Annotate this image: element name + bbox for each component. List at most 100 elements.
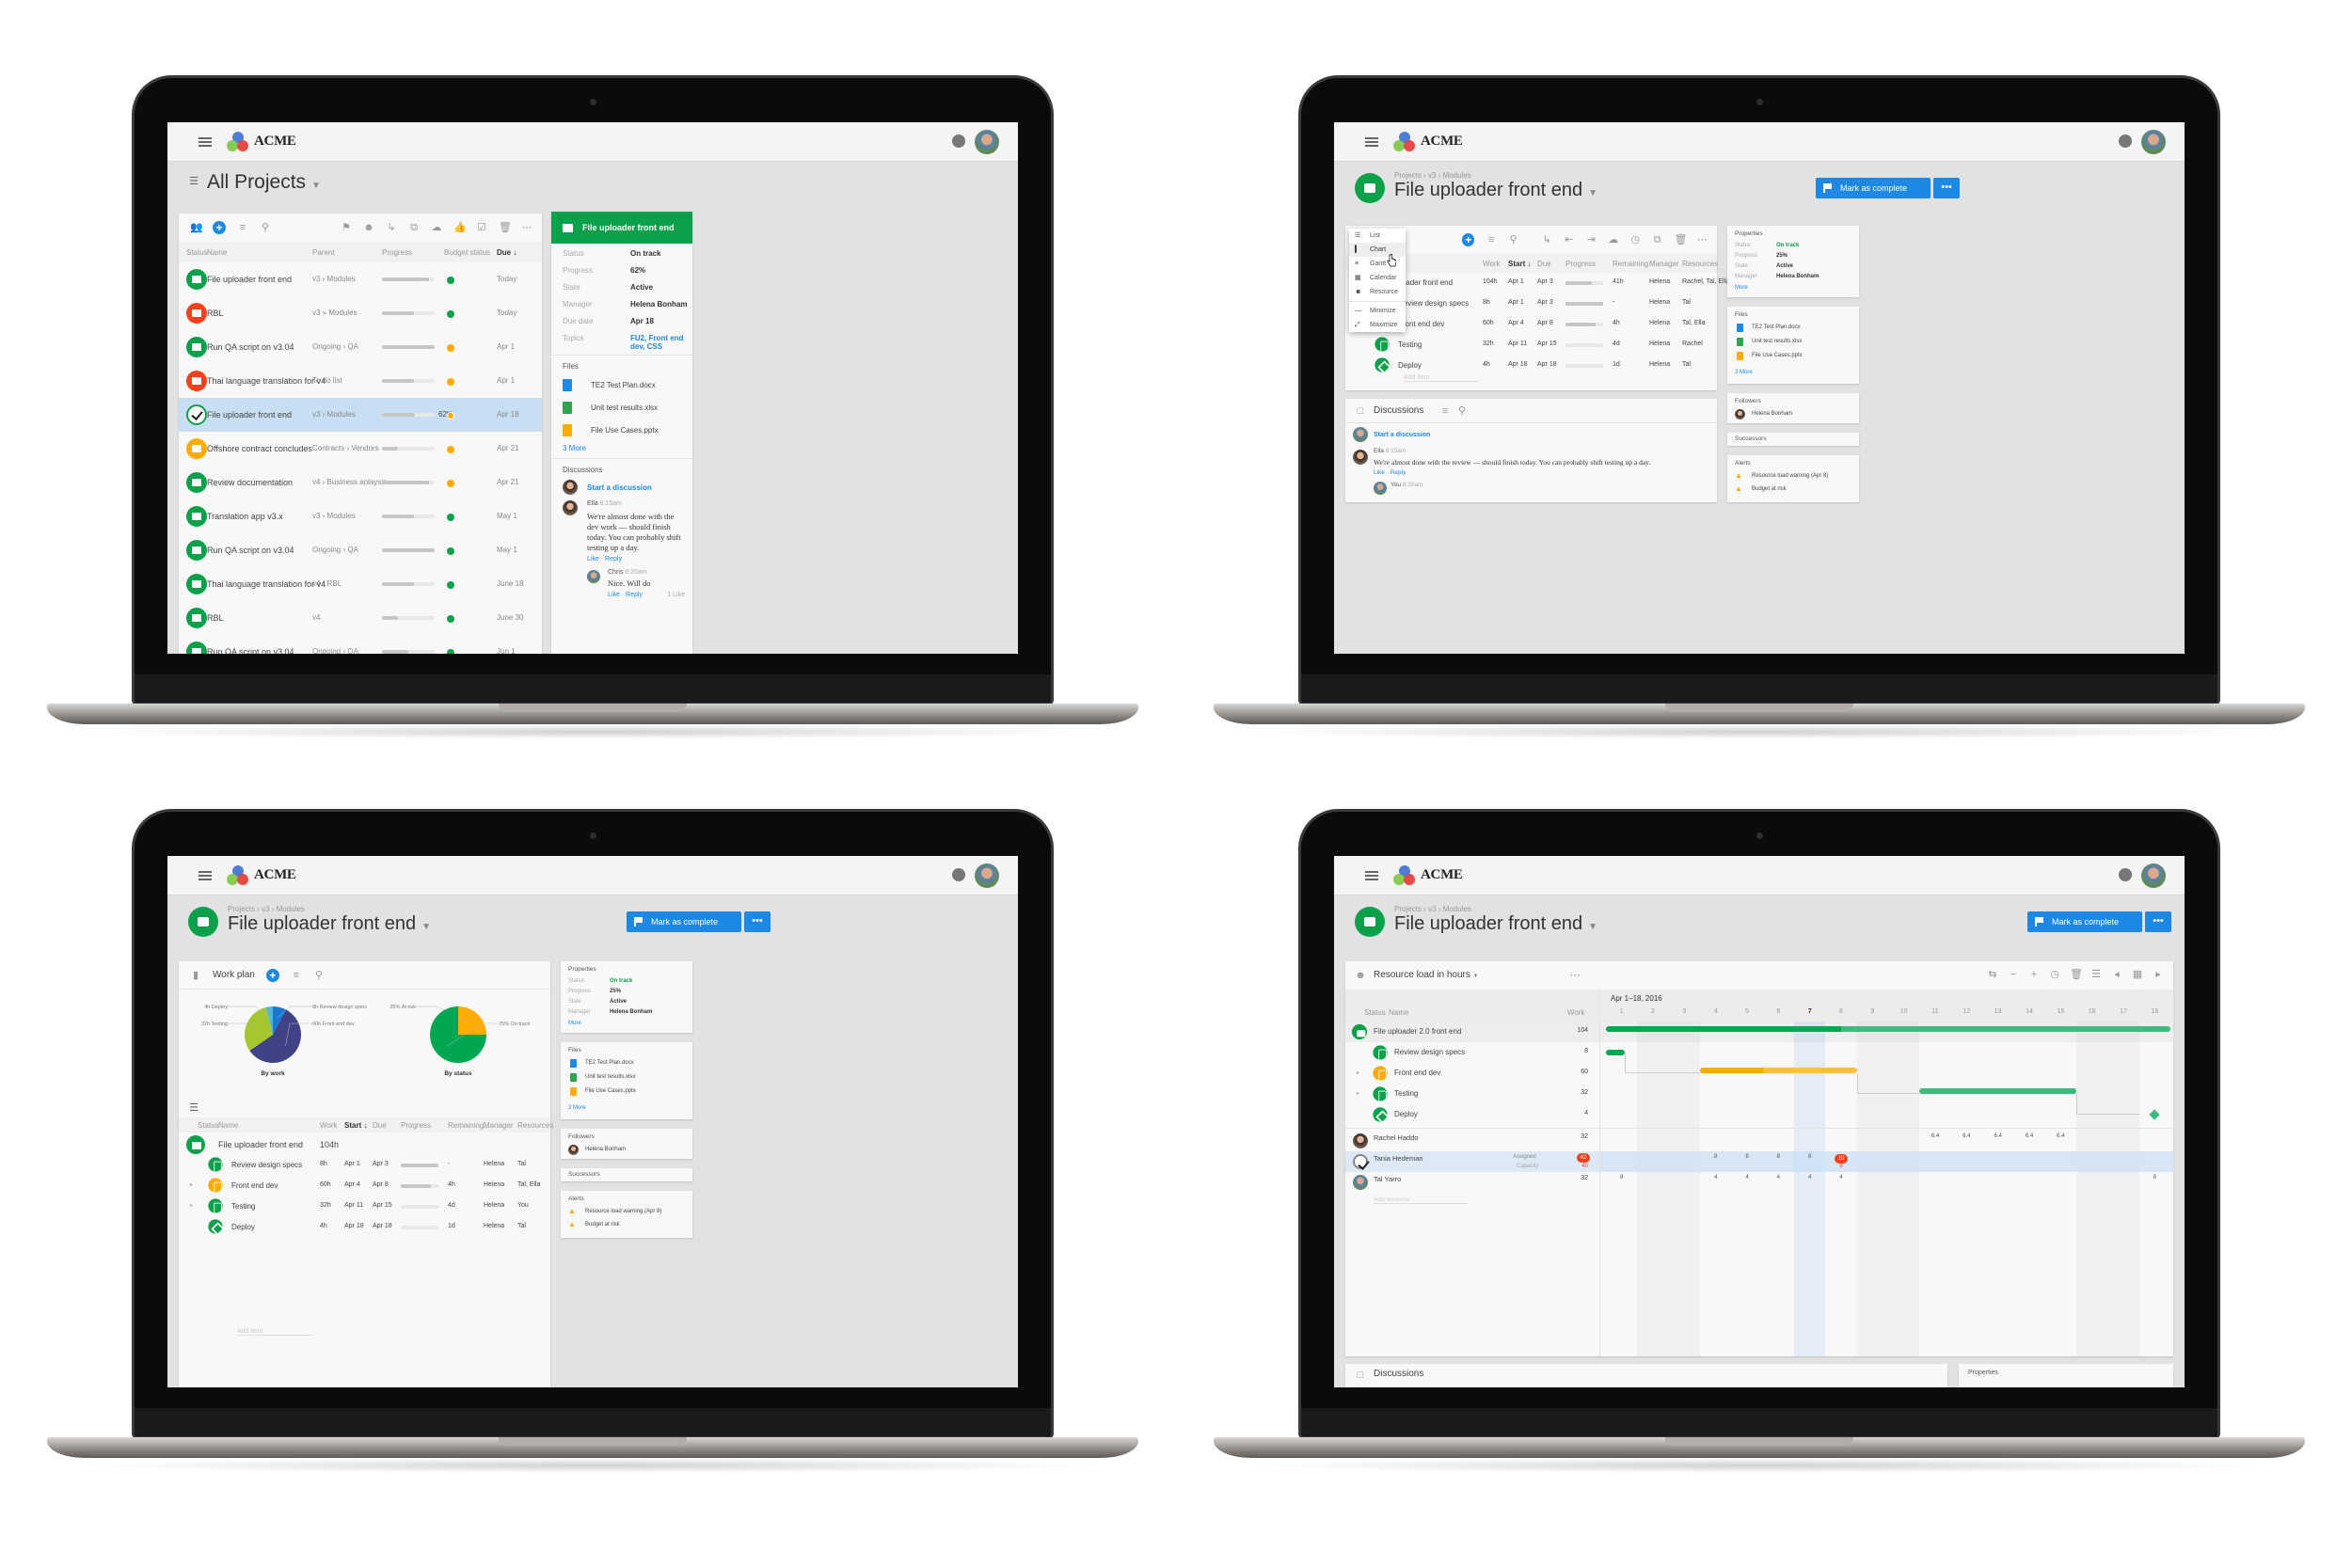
day-label[interactable]: 6 [1772,1008,1784,1015]
table-row[interactable]: ▸ Testing 32 [1345,1084,1599,1104]
alert-text[interactable]: Budget at risk [585,1222,620,1227]
mark-complete-button[interactable]: Mark as complete [1816,178,1931,198]
globe-icon[interactable] [2119,868,2132,881]
file-name[interactable]: File Use Cases.pptx [585,1088,636,1094]
people-icon[interactable]: 👥 [190,222,203,233]
caret-down-icon[interactable]: ▼ [421,922,431,932]
like-reply-link[interactable]: Like · Reply [1374,469,1406,476]
table-row[interactable]: Review design specs 8 [1345,1042,1599,1063]
search-icon[interactable]: ⚲ [1508,234,1519,245]
page-title[interactable]: File uploader front end ▼ [1394,913,1597,935]
page-title[interactable]: All Projects ▼ [207,171,321,194]
view-menu-item-resource[interactable]: ☻ Resource [1349,285,1406,299]
swap-resource-icon[interactable]: ⇆ [1987,969,1998,980]
more-actions-button[interactable]: ••• [1933,178,1960,198]
day-label[interactable]: 7 [1804,1008,1816,1015]
follower-name[interactable]: Helena Bonham [585,1147,626,1152]
view-menu-item-gantt[interactable]: ≡ Gantt [1349,257,1406,271]
table-row[interactable]: Thai language translation for v4 To do li… [179,364,542,398]
table-row[interactable]: RBL v4 June 30 [179,601,542,635]
table-row[interactable]: Testing 32h Apr 11 Apr 15 4d Helena Rachel [1345,335,1717,356]
add-item-input[interactable]: Add item [1404,374,1479,382]
table-row[interactable]: Deploy 4h Apr 18 Apr 18 1d Helena Tal [1345,356,1717,376]
files-more-link[interactable]: 3 More [1735,370,1753,375]
breadcrumb[interactable]: Projects › v3 › Modules [1394,905,1471,913]
mark-complete-button[interactable]: Mark as complete [2027,911,2142,932]
list-icon[interactable]: ☰ [188,1102,199,1114]
table-row[interactable]: Deploy 4h Apr 18 Apr 18 1d Helena Tal [179,1217,550,1238]
col-progress[interactable]: Progress [382,248,412,257]
day-label[interactable]: 1 [1616,1008,1628,1015]
table-row[interactable]: File uploader front end v3 › Modules Today [179,262,542,296]
day-label[interactable]: 11 [1930,1008,1941,1015]
gantt-bar-review-design-specs[interactable] [1606,1050,1625,1055]
approve-icon[interactable]: ☑ [476,222,487,233]
mark-complete-button[interactable]: Mark as complete [627,911,741,932]
col-progress[interactable]: Progress [1565,260,1596,268]
caret-down-icon[interactable]: ▼ [1588,922,1597,932]
col-resources[interactable]: Resources [517,1121,553,1130]
view-menu-item-calendar[interactable]: ▦ Calendar [1349,271,1406,285]
menu-icon[interactable] [1365,870,1378,880]
filter-icon[interactable]: ≡ [291,970,302,981]
table-row[interactable]: File uploader front end v3 › Modules 62% Ap… [179,398,542,432]
table-row[interactable]: Run QA script on v3.04 Ongoing › QA Apr 1 [179,330,542,364]
more-actions-button[interactable]: ••• [2145,911,2171,932]
follower-name[interactable]: Helena Bonham [1752,411,1792,417]
thumbs-up-icon[interactable]: 👍 [453,222,467,233]
user-avatar[interactable] [2141,863,2166,888]
clock-icon[interactable]: ◷ [1630,234,1642,245]
clock-icon[interactable]: ◷ [2049,969,2060,980]
view-menu-item-minimize[interactable]: — Minimize [1349,304,1406,318]
gantt-bar-testing[interactable] [1919,1088,2076,1094]
col-budget-status[interactable]: Budget status [444,248,490,257]
next-icon[interactable]: ▸ [2153,969,2164,980]
search-icon[interactable]: ⚲ [260,222,271,233]
table-row[interactable]: ▸ Front end dev 60h Apr 4 Apr 8 4h Helena Tal, … [179,1176,550,1196]
col-manager[interactable]: Manager [484,1121,514,1130]
expand-icon[interactable]: ▸ [190,1202,193,1209]
add-resource-input[interactable]: Add resource [1374,1196,1468,1204]
file-name[interactable]: TE2 Test Plan.docx [1752,325,1801,330]
add-item-input[interactable]: Add item [237,1328,312,1336]
day-label[interactable]: 2 [1647,1008,1659,1015]
col-manager[interactable]: Manager [1649,260,1679,268]
view-menu-item-list[interactable]: ☰ List [1349,229,1406,243]
panel-title[interactable]: Resource load in hours ▼ [1374,970,1479,980]
filter-icon[interactable]: ≡ [1486,234,1497,245]
col-work[interactable]: Work [1567,1008,1585,1017]
start-discussion-link[interactable]: Start a discussion [587,483,652,492]
indent-right-icon[interactable]: ⇥ [1585,234,1597,245]
col-status[interactable]: Status [1364,1008,1386,1017]
day-label[interactable]: 13 [1993,1008,2004,1015]
more-icon[interactable]: ⋯ [1697,234,1708,245]
filter-icon[interactable]: ≡ [237,222,248,233]
col-status[interactable]: Status [186,248,208,257]
cloud-download-icon[interactable]: ☁ [1608,234,1619,245]
day-label[interactable]: 12 [1961,1008,1972,1015]
trash-icon[interactable]: 🗑 [2070,969,2083,980]
col-name[interactable]: Name [1389,1008,1408,1017]
day-label[interactable]: 16 [2087,1008,2098,1015]
hierarchy-icon[interactable]: ↳ [1541,234,1552,245]
file-name[interactable]: TE2 Test Plan.docx [585,1060,634,1066]
caret-down-icon[interactable]: ▼ [311,181,321,191]
parent-row[interactable]: File uploader 2.0 front end 104 [1345,1022,1599,1042]
hierarchy-icon[interactable]: ↳ [386,222,397,233]
table-row[interactable]: Thai language translation for v4 v4 › RBL… [179,567,542,601]
more-link[interactable]: More [1735,285,1748,291]
page-title[interactable]: File uploader front end ▼ [228,913,431,935]
list-icon[interactable]: ☰ [188,176,199,187]
flag-icon[interactable]: ⚑ [341,222,352,233]
add-button[interactable]: + [265,968,279,982]
expand-icon[interactable]: ▸ [190,1181,193,1188]
file-item[interactable]: TE2 Test Plan.docx [551,374,692,397]
bar-chart-icon[interactable]: ▮ [190,970,201,981]
col-remaining[interactable]: Remaining [448,1121,484,1130]
alert-text[interactable]: Resource load warning (Apr 8) [1752,473,1828,479]
alert-text[interactable]: Budget at risk [1752,486,1787,492]
breadcrumb[interactable]: Projects › v3 › Modules [228,905,305,913]
trash-icon[interactable]: 🗑 [499,222,512,233]
col-status[interactable]: Status [198,1121,219,1130]
col-work[interactable]: Work [1483,260,1501,268]
